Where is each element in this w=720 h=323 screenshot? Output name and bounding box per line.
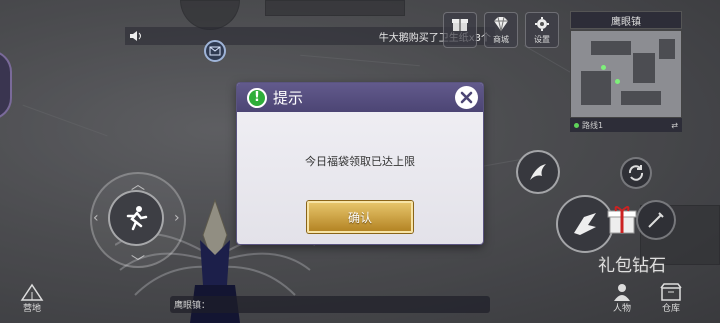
top-button-settings[interactable]: 设置 bbox=[525, 12, 559, 48]
camp-label: 营地 bbox=[22, 304, 41, 314]
chat-input[interactable]: 鹰眼镇： bbox=[170, 296, 490, 313]
speaker-icon bbox=[125, 27, 147, 45]
joystick-knob[interactable] bbox=[108, 190, 164, 246]
top-button-shop[interactable]: 商城 bbox=[484, 12, 518, 48]
diamond-icon bbox=[494, 16, 508, 32]
swap-route-icon[interactable]: ⇄ bbox=[671, 121, 678, 130]
dialog-header: ! 提示 bbox=[237, 83, 483, 112]
person-icon bbox=[614, 284, 630, 301]
claw-icon bbox=[530, 164, 546, 180]
minimap-location: 鹰眼镇 bbox=[570, 11, 682, 29]
notice-dialog: ! 提示 今日福袋领取已达上限 确认 bbox=[237, 83, 483, 244]
top-button-label: 商城 bbox=[493, 35, 509, 44]
gift-diamond-banner[interactable]: 礼包钻石 bbox=[592, 246, 672, 280]
top-button-label: 设置 bbox=[534, 35, 550, 44]
skill-button-secondary[interactable] bbox=[636, 200, 676, 240]
character-button[interactable]: 人物 bbox=[612, 283, 632, 314]
minimap[interactable] bbox=[570, 30, 682, 118]
switch-target-button[interactable] bbox=[620, 157, 652, 189]
gear-icon bbox=[535, 17, 549, 31]
broadcast-bar: 牛大鹅购买了卫生纸x3个 bbox=[125, 27, 495, 45]
route-label: 路线1 bbox=[582, 120, 604, 130]
storage-box-icon bbox=[660, 283, 682, 301]
close-icon bbox=[460, 91, 473, 104]
refresh-icon bbox=[628, 165, 644, 181]
route-status-dot bbox=[574, 122, 579, 128]
camp-button[interactable]: 营地 bbox=[2, 283, 62, 323]
mail-icon[interactable] bbox=[204, 40, 226, 62]
top-button-gift[interactable] bbox=[443, 12, 477, 48]
skill-button-attack[interactable] bbox=[516, 150, 560, 194]
warehouse-button[interactable]: 仓库 bbox=[660, 283, 682, 314]
close-button[interactable] bbox=[455, 86, 478, 109]
joystick-down-arrow: ﹀ bbox=[131, 255, 145, 271]
confirm-button[interactable]: 确认 bbox=[307, 201, 413, 233]
joystick-left-arrow: ‹ bbox=[93, 210, 99, 226]
gift-box-icon bbox=[452, 19, 468, 31]
route-bar[interactable]: 路线1 ⇄ bbox=[570, 118, 682, 132]
warehouse-label: 仓库 bbox=[661, 304, 680, 314]
running-man-icon bbox=[126, 206, 148, 231]
exclamation-icon: ! bbox=[247, 87, 267, 108]
wing-slash-icon bbox=[574, 213, 596, 235]
dialog-title: 提示 bbox=[273, 89, 304, 107]
gift-package-icon[interactable] bbox=[606, 205, 638, 235]
chat-channel-prefix: 鹰眼镇： bbox=[174, 301, 211, 311]
dialog-message: 今日福袋领取已达上限 bbox=[305, 155, 415, 168]
sword-icon bbox=[648, 212, 664, 228]
tent-icon bbox=[20, 283, 44, 301]
joystick-right-arrow: › bbox=[174, 210, 180, 226]
character-label: 人物 bbox=[612, 304, 631, 314]
